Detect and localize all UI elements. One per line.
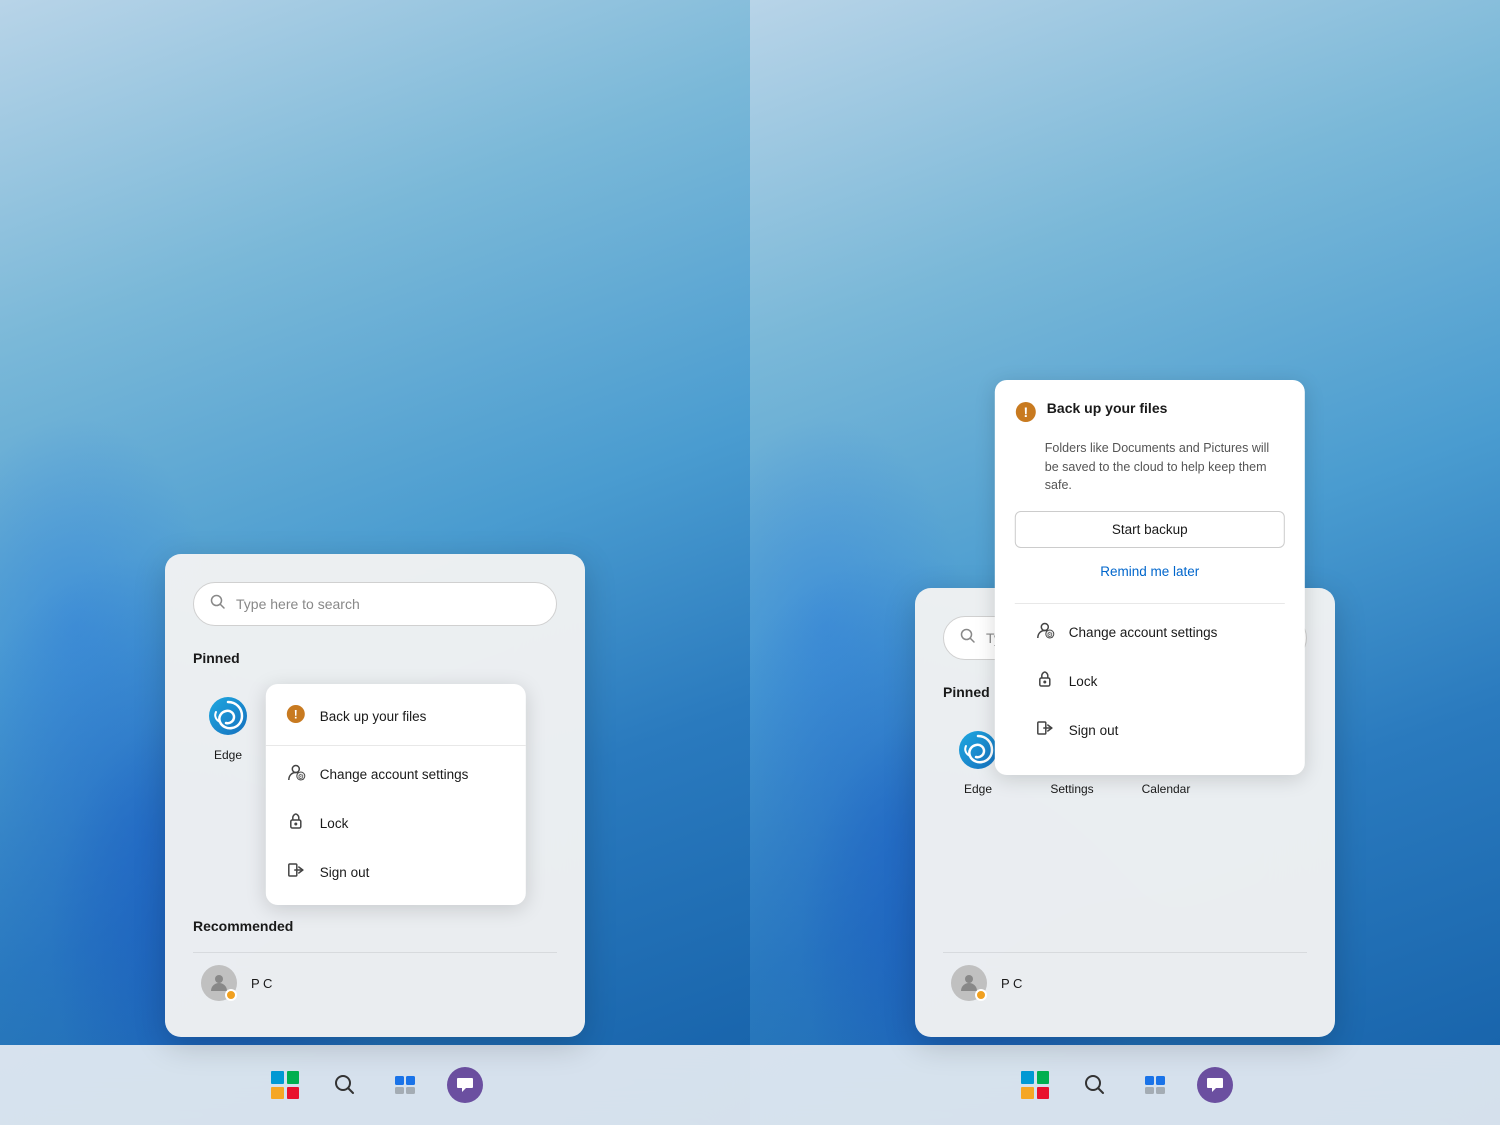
account-icon-left: ⚙ [286,762,306,787]
menu-label-signout-right: Sign out [1069,723,1119,738]
menu-label-lock-right: Lock [1069,674,1098,689]
app-edge-left[interactable]: Edge [193,684,263,770]
pinned-label-left: Pinned [193,650,557,666]
menu-label-account-right: Change account settings [1069,625,1218,640]
search-placeholder-left: Type here to search [236,596,360,612]
taskbar-right [750,1045,1500,1125]
taskbar-search-left[interactable] [323,1063,367,1107]
menu-label-lock-left: Lock [320,816,349,831]
user-status-dot-left [225,989,237,1001]
svg-text:⚙: ⚙ [1047,631,1053,639]
taskbar-chat-left[interactable] [443,1063,487,1107]
windows-logo-right [1021,1071,1049,1099]
left-screen: Type here to search Pinned [0,0,750,1125]
notif-body-right: Folders like Documents and Pictures will… [1015,439,1285,495]
user-name-right: P C [1001,976,1022,991]
lock-icon-right [1035,669,1055,694]
taskbar-chat-right[interactable] [1193,1063,1237,1107]
user-name-left: P C [251,976,272,991]
backup-icon-left: ! [286,704,306,729]
taskbar-start-left[interactable] [263,1063,307,1107]
remind-later-button[interactable]: Remind me later [1015,556,1285,587]
menu-item-backup-left[interactable]: ! Back up your files [266,692,526,741]
menu-item-account-left[interactable]: ⚙ Change account settings [266,750,526,799]
taskbar-left [0,1045,750,1125]
notif-title-right: Back up your files [1047,400,1168,416]
notif-warning-icon: ! [1015,401,1037,429]
edge-icon-container [204,692,252,740]
start-backup-button[interactable]: Start backup [1015,511,1285,548]
svg-text:!: ! [1023,404,1028,420]
recommended-label-left: Recommended [193,918,557,934]
user-bar-right[interactable]: P C [943,952,1307,1013]
notif-header-right: ! Back up your files [1015,400,1285,429]
notif-divider [1015,603,1285,604]
taskbar-start-right[interactable] [1013,1063,1057,1107]
taskbar-widgets-left[interactable] [383,1063,427,1107]
menu-item-lock-right[interactable]: Lock [1015,657,1285,706]
signout-icon-left [286,860,306,885]
windows-logo-left [271,1071,299,1099]
settings-label-right: Settings [1050,782,1093,796]
recommended-section-left: Recommended [193,918,557,934]
lock-icon-left [286,811,306,836]
edge-label-left: Edge [214,748,242,762]
user-avatar-left [201,965,237,1001]
menu-label-backup-left: Back up your files [320,709,427,724]
menu-label-signout-left: Sign out [320,865,370,880]
menu-item-account-right[interactable]: ⚙ Change account settings [1015,608,1285,657]
user-avatar-right [951,965,987,1001]
edge-label-right: Edge [964,782,992,796]
menu-item-signout-right[interactable]: Sign out [1015,706,1285,755]
svg-text:!: ! [294,708,298,722]
user-bar-left[interactable]: P C [193,952,557,1013]
calendar-label-right: Calendar [1142,782,1191,796]
menu-label-account-left: Change account settings [320,767,469,782]
right-screen: Type here to search Pinned [750,0,1500,1125]
menu-item-signout-left[interactable]: Sign out [266,848,526,897]
chat-circle-left [447,1067,483,1103]
chat-circle-right [1197,1067,1233,1103]
search-icon-right [960,628,976,649]
notification-popup-right: ! Back up your files Folders like Docume… [995,380,1305,775]
search-bar-left[interactable]: Type here to search [193,582,557,626]
svg-text:⚙: ⚙ [298,773,304,781]
user-status-dot-right [975,989,987,1001]
context-menu-left: ! Back up your files ⚙ Change account se… [266,684,526,905]
signout-icon-right [1035,718,1055,743]
account-icon-right: ⚙ [1035,620,1055,645]
search-icon [210,594,226,615]
taskbar-widgets-right[interactable] [1133,1063,1177,1107]
divider-left-1 [266,745,526,746]
spacer-right [943,824,1307,944]
taskbar-search-right[interactable] [1073,1063,1117,1107]
menu-item-lock-left[interactable]: Lock [266,799,526,848]
